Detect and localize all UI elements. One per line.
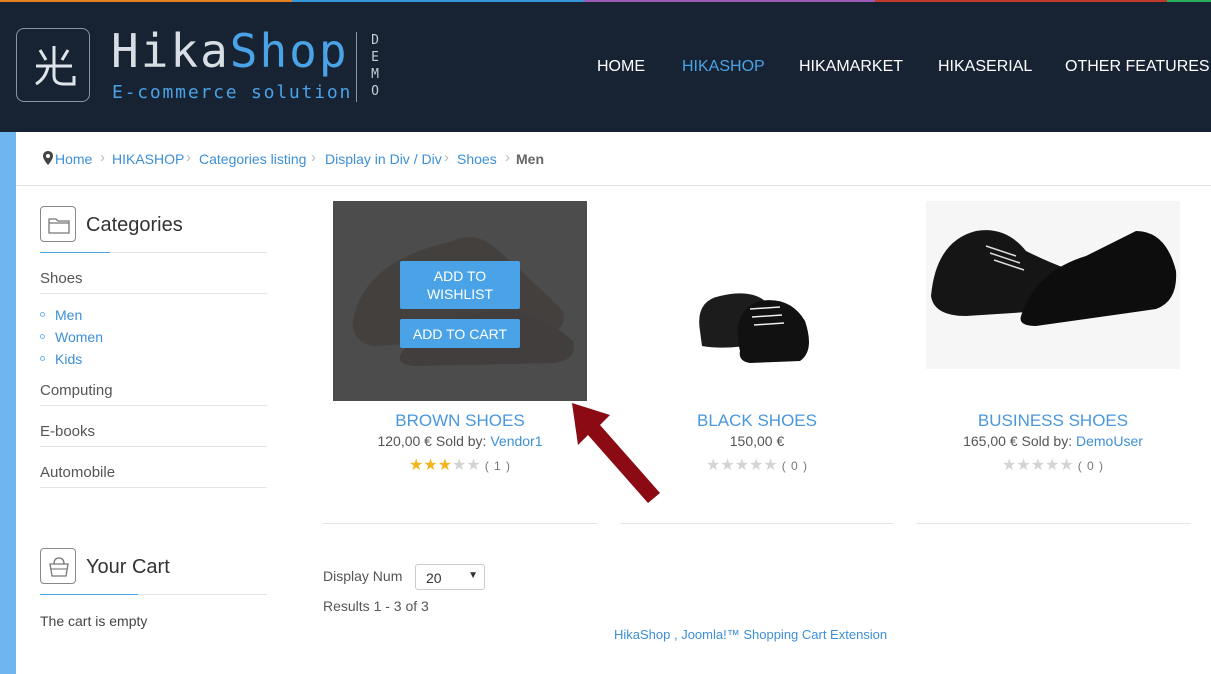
product-divider [916, 523, 1191, 524]
product-divider [323, 523, 597, 524]
star-icon: ★ [1030, 457, 1046, 474]
breadcrumb-home[interactable]: Home [55, 151, 92, 167]
sold-by-label: Sold by: [431, 433, 491, 449]
business-shoes-image [931, 230, 1177, 326]
brand-name[interactable]: HikaShop [111, 24, 349, 78]
annotation-arrow-icon [572, 403, 660, 503]
basket-icon [40, 548, 76, 584]
product-image-black-shoes[interactable] [630, 201, 884, 401]
results-count: Results 1 - 3 of 3 [323, 598, 429, 614]
product-name-business-shoes[interactable]: BUSINESS SHOES [916, 411, 1190, 431]
cart-empty-text: The cart is empty [40, 613, 148, 629]
subcategory-kids[interactable]: Kids [55, 351, 82, 367]
categories-divider-accent [40, 252, 110, 253]
brand-name-part1: Hika [111, 24, 230, 78]
product-price-business-shoes: 165,00 € Sold by: DemoUser [916, 433, 1190, 449]
product-divider [620, 523, 894, 524]
bullet-icon [40, 334, 45, 339]
categories-title: Categories [86, 214, 183, 236]
star-icon: ★ [1045, 457, 1060, 474]
category-automobile[interactable]: Automobile [40, 464, 115, 481]
star-icon: ★ [720, 457, 735, 474]
star-icon: ★ [749, 457, 764, 474]
category-divider [40, 487, 267, 488]
category-ebooks[interactable]: E-books [40, 423, 95, 440]
brand-tagline: E-commerce solution [112, 82, 353, 103]
footer-credit-link[interactable]: HikaShop , Joomla!™ Shopping Cart Extens… [614, 627, 887, 642]
display-num-value: 20 [426, 570, 442, 586]
nav-home[interactable]: HOME [597, 58, 645, 76]
map-pin-icon [43, 151, 53, 165]
dropdown-arrow-icon: ▼ [468, 570, 478, 581]
sold-by-label: Sold by: [1017, 433, 1076, 449]
bullet-icon [40, 356, 45, 361]
black-shoes-image [699, 293, 809, 363]
star-icon: ★ [1002, 457, 1017, 474]
rating-count: ( 0 ) [1077, 459, 1105, 473]
star-icon: ★ [763, 457, 778, 474]
star-icon: ★ [1059, 457, 1074, 474]
star-icon: ★ [706, 457, 721, 474]
add-to-cart-button[interactable]: ADD TO CART [400, 319, 520, 348]
breadcrumb-categories-listing[interactable]: Categories listing [199, 151, 306, 167]
category-divider [40, 405, 267, 406]
chevron-right-icon: › [444, 149, 449, 166]
chevron-right-icon: › [186, 149, 191, 166]
nav-other-features[interactable]: OTHER FEATURES [1065, 58, 1210, 76]
price-value: 165,00 € [963, 433, 1018, 449]
chevron-right-icon: › [100, 149, 105, 166]
category-divider [40, 293, 267, 294]
category-divider [40, 446, 267, 447]
nav-hikashop[interactable]: HIKASHOP [682, 58, 765, 76]
logo-divider [356, 32, 357, 102]
chevron-right-icon: › [311, 149, 316, 166]
star-icon: ★ [734, 457, 750, 474]
breadcrumb-current: Men [516, 151, 544, 167]
product-name-brown-shoes[interactable]: BROWN SHOES [323, 411, 597, 431]
breadcrumb: Home › HIKASHOP › Categories listing › D… [16, 132, 1211, 186]
product-price-brown-shoes: 120,00 € Sold by: Vendor1 [323, 433, 597, 449]
breadcrumb-shoes[interactable]: Shoes [457, 151, 497, 167]
folder-icon [40, 206, 76, 242]
brand-name-part2: Shop [229, 24, 349, 78]
product-image-business-shoes[interactable] [926, 201, 1180, 369]
star-icon: ★ [466, 457, 481, 474]
breadcrumb-hikashop[interactable]: HIKASHOP [112, 151, 184, 167]
cart-title: Your Cart [86, 556, 170, 578]
add-to-wishlist-button[interactable]: ADD TO WISHLIST [400, 261, 520, 309]
category-computing[interactable]: Computing [40, 382, 113, 399]
nav-hikaserial[interactable]: HIKASERIAL [938, 58, 1032, 76]
rating-count: ( 0 ) [781, 459, 809, 473]
breadcrumb-display[interactable]: Display in Div / Div [325, 151, 442, 167]
vendor-link[interactable]: Vendor1 [490, 433, 542, 449]
cart-divider-accent [40, 594, 138, 595]
hikashop-logo-icon[interactable] [16, 28, 90, 102]
display-num-select[interactable]: 20 ▼ [415, 564, 485, 590]
star-icon: ★ [423, 457, 438, 474]
display-num-label: Display Num [323, 568, 403, 584]
product-image-brown-shoes[interactable]: ADD TO WISHLIST ADD TO CART [333, 201, 587, 401]
demo-label: DEMO [371, 33, 379, 99]
left-accent-bar [0, 132, 16, 674]
star-icon: ★ [437, 457, 453, 474]
subcategory-women[interactable]: Women [55, 329, 103, 345]
star-icon: ★ [452, 457, 467, 474]
nav-hikamarket[interactable]: HIKAMARKET [799, 58, 903, 76]
subcategory-men[interactable]: Men [55, 307, 82, 323]
star-icon: ★ [409, 457, 424, 474]
vendor-link[interactable]: DemoUser [1076, 433, 1143, 449]
bullet-icon [40, 312, 45, 317]
site-header: HikaShop E-commerce solution DEMO HOME H… [0, 2, 1211, 132]
category-shoes[interactable]: Shoes [40, 270, 83, 287]
product-rating-black-shoes[interactable]: ★★★★★( 0 ) [706, 458, 808, 474]
star-icon: ★ [1016, 457, 1031, 474]
rating-count: ( 1 ) [484, 459, 512, 473]
chevron-right-icon: › [505, 149, 510, 166]
product-rating-business-shoes[interactable]: ★★★★★( 0 ) [1002, 458, 1104, 474]
price-value: 120,00 € [377, 433, 432, 449]
product-rating-brown-shoes[interactable]: ★★★★★( 1 ) [409, 458, 511, 474]
